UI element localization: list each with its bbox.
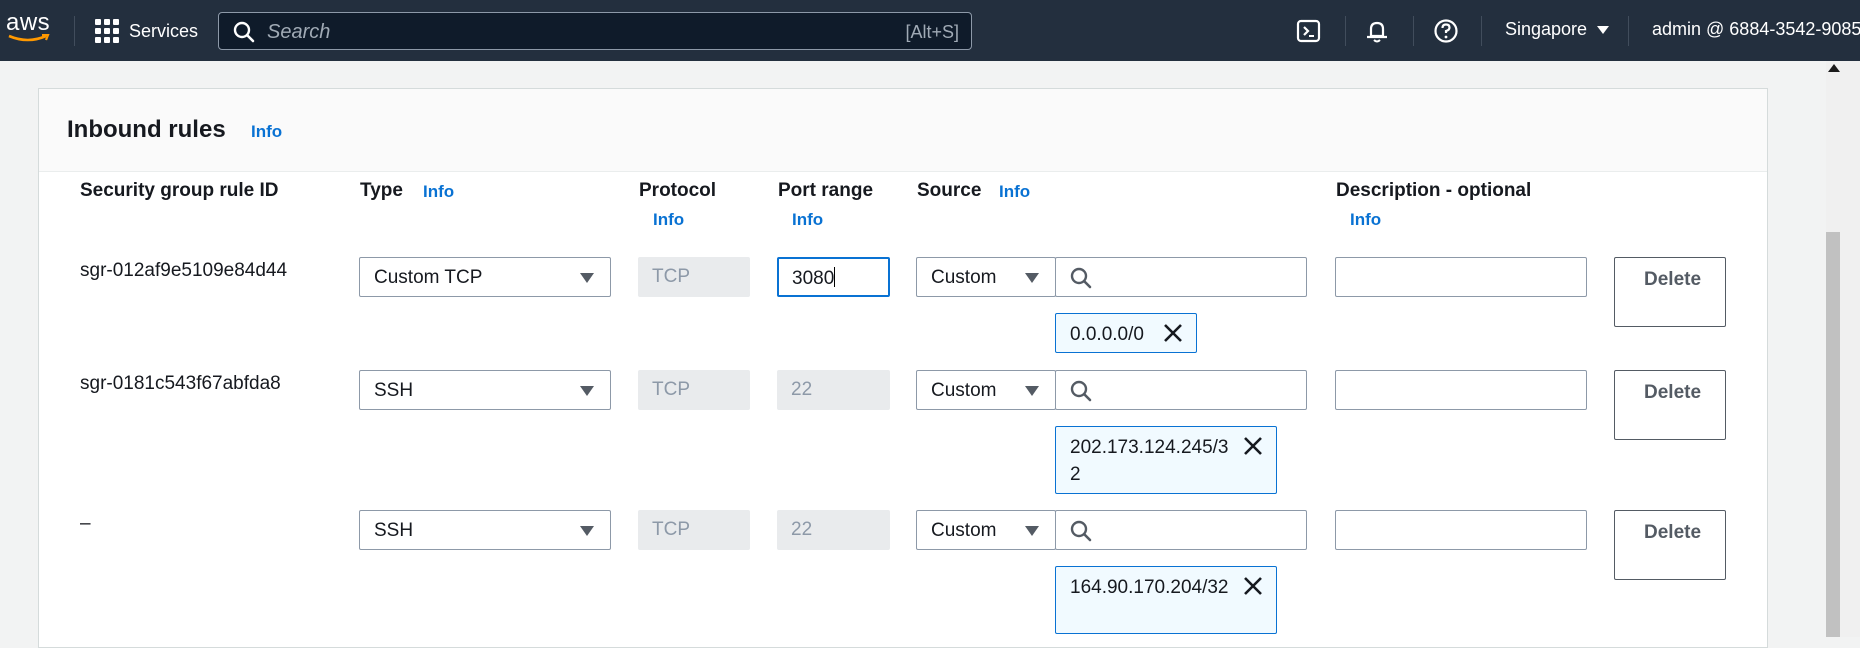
source-info-link[interactable]: Info	[999, 182, 1030, 202]
search-icon	[1070, 267, 1092, 289]
rule-id: –	[80, 513, 91, 534]
port-range-field: 22	[777, 370, 890, 410]
nav-divider	[1345, 16, 1346, 46]
protocol-field: TCP	[638, 370, 750, 410]
nav-divider	[1628, 16, 1629, 46]
type-select[interactable]: SSH	[359, 370, 611, 410]
source-token: 164.90.170.204/32	[1055, 566, 1277, 634]
search-input[interactable]: Search [Alt+S]	[218, 12, 972, 50]
region-label: Singapore	[1505, 19, 1588, 39]
protocol-field: TCP	[638, 510, 750, 550]
search-shortcut-hint: [Alt+S]	[905, 22, 959, 42]
nav-divider	[1481, 16, 1482, 46]
rule-id: sgr-012af9e5109e84d44	[80, 260, 288, 281]
close-icon[interactable]	[1242, 435, 1264, 457]
type-info-link[interactable]: Info	[423, 182, 454, 202]
services-menu-button[interactable]: Services	[95, 18, 198, 44]
description-info-link[interactable]: Info	[1350, 210, 1381, 230]
source-type-select[interactable]: Custom	[916, 257, 1056, 297]
description-input[interactable]	[1335, 257, 1587, 297]
aws-logo-text: aws	[6, 9, 51, 36]
type-select-value: SSH	[374, 520, 414, 541]
panel-title: Inbound rules	[67, 116, 226, 143]
services-label: Services	[129, 20, 199, 41]
type-select[interactable]: Custom TCP	[359, 257, 611, 297]
type-select-value: Custom TCP	[374, 267, 483, 288]
search-icon	[233, 21, 255, 43]
inbound-rules-panel: Inbound rules Info Security group rule I…	[38, 88, 1768, 648]
close-icon[interactable]	[1162, 322, 1184, 344]
search-icon	[1070, 380, 1092, 402]
source-search-input[interactable]	[1055, 370, 1307, 410]
nav-divider	[74, 16, 75, 46]
source-token-value: 164.90.170.204/32	[1070, 577, 1229, 598]
description-input[interactable]	[1335, 370, 1587, 410]
delete-rule-button[interactable]: Delete	[1614, 510, 1726, 580]
aws-smile-icon	[8, 34, 50, 42]
col-header-source: Source	[917, 180, 982, 201]
caret-down-icon	[580, 386, 594, 396]
caret-down-icon	[580, 273, 594, 283]
region-selector[interactable]: Singapore	[1505, 19, 1610, 40]
source-type-value: Custom	[931, 267, 997, 288]
caret-down-icon	[580, 526, 594, 536]
caret-down-icon	[1025, 526, 1039, 536]
source-type-value: Custom	[931, 380, 997, 401]
port-range-field: 22	[777, 510, 890, 550]
port-range-value: 3080	[792, 268, 835, 289]
col-header-protocol: Protocol	[639, 180, 717, 201]
grid-icon	[95, 19, 119, 43]
scrollbar-thumb[interactable]	[1826, 232, 1840, 637]
help-icon[interactable]	[1433, 18, 1459, 44]
type-select[interactable]: SSH	[359, 510, 611, 550]
type-select-value: SSH	[374, 380, 414, 401]
account-menu[interactable]: admin @ 6884-3542-9085	[1652, 19, 1860, 40]
source-token: 202.173.124.245/32	[1055, 426, 1277, 494]
source-search-input[interactable]	[1055, 510, 1307, 550]
col-header-description: Description - optional	[1336, 180, 1532, 201]
caret-down-icon	[1025, 273, 1039, 283]
port-range-info-link[interactable]: Info	[792, 210, 823, 230]
search-icon	[1070, 520, 1092, 542]
source-type-select[interactable]: Custom	[916, 510, 1056, 550]
panel-info-link[interactable]: Info	[251, 122, 282, 142]
source-token-value: 0.0.0.0/0	[1070, 324, 1144, 345]
delete-rule-button[interactable]: Delete	[1614, 370, 1726, 440]
source-token: 0.0.0.0/0	[1055, 313, 1197, 353]
chevron-down-icon	[1597, 25, 1610, 34]
port-range-input[interactable]: 3080	[777, 257, 890, 297]
col-header-type: Type	[360, 180, 403, 201]
protocol-info-link[interactable]: Info	[653, 210, 684, 230]
text-cursor	[834, 267, 836, 287]
col-header-port-range: Port range	[778, 180, 874, 201]
description-input[interactable]	[1335, 510, 1587, 550]
bell-icon[interactable]	[1364, 18, 1390, 44]
search-placeholder: Search	[267, 21, 331, 43]
source-search-input[interactable]	[1055, 257, 1307, 297]
protocol-field: TCP	[638, 257, 750, 297]
source-token-value: 202.173.124.245/32	[1070, 437, 1229, 485]
delete-rule-button[interactable]: Delete	[1614, 257, 1726, 327]
scroll-up-arrow-icon[interactable]	[1828, 64, 1840, 72]
nav-divider	[1413, 16, 1414, 46]
rule-id: sgr-0181c543f67abfda8	[80, 373, 281, 394]
col-header-rule-id: Security group rule ID	[80, 180, 279, 201]
source-type-value: Custom	[931, 520, 997, 541]
close-icon[interactable]	[1242, 575, 1264, 597]
aws-logo[interactable]: aws	[6, 9, 54, 46]
caret-down-icon	[1025, 386, 1039, 396]
top-navigation: aws Services Search [Alt+S] Singapore ad…	[0, 0, 1860, 61]
terminal-icon[interactable]	[1296, 18, 1322, 44]
source-type-select[interactable]: Custom	[916, 370, 1056, 410]
panel-header: Inbound rules Info	[39, 89, 1767, 172]
